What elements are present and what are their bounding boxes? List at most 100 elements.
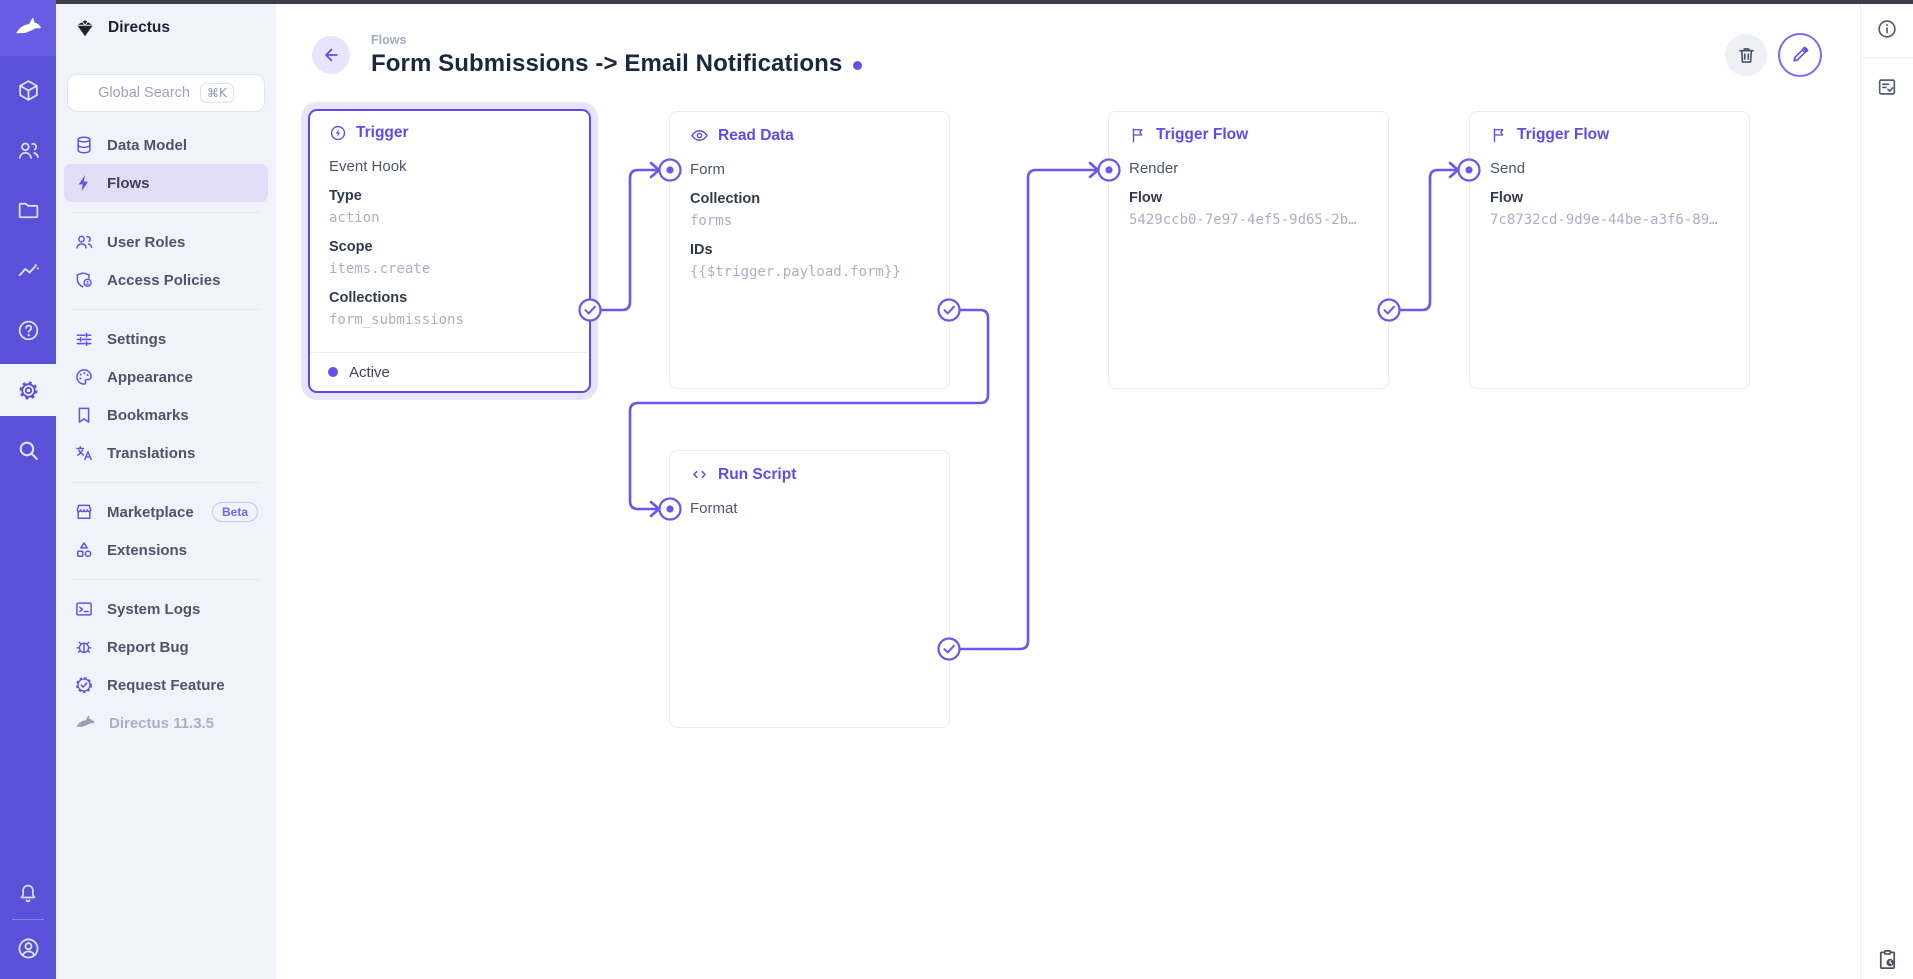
sidebar-item-label: Extensions — [107, 542, 187, 559]
flow-panel-run-script[interactable]: Run Script Format — [669, 450, 950, 728]
sidebar-item-appearance[interactable]: Appearance — [64, 358, 268, 396]
sidebar-item-label: System Logs — [107, 601, 200, 618]
search-shortcut-key: ⌘K — [200, 83, 234, 103]
beta-badge: Beta — [212, 502, 258, 522]
trigger-status: Active — [310, 352, 589, 391]
module-content[interactable] — [0, 64, 56, 116]
module-settings[interactable] — [0, 364, 56, 416]
sidebar-item-translations[interactable]: Translations — [64, 434, 268, 472]
main-content: Flows Form Submissions -> Email Notifica… — [276, 0, 1860, 979]
storefront-icon — [74, 502, 94, 522]
sidebar-item-label: Appearance — [107, 369, 193, 386]
panel-name: Event Hook — [329, 157, 570, 177]
pencil-icon — [1790, 45, 1810, 65]
flow-panel-trigger-flow-send[interactable]: Trigger Flow Send Flow 7c8732cd-9d9e-44b… — [1469, 111, 1750, 389]
users-icon — [16, 138, 41, 163]
sidebar-item-data-model[interactable]: Data Model — [64, 126, 268, 164]
sidebar-item-system-logs[interactable]: System Logs — [64, 590, 268, 628]
trash-icon — [1736, 45, 1757, 66]
field-label: Collection — [690, 189, 929, 209]
panel-name: Format — [690, 499, 929, 519]
title-block: Flows Form Submissions -> Email Notifica… — [371, 33, 862, 78]
flag-icon — [1490, 126, 1508, 144]
panel-title: Trigger Flow — [1517, 126, 1609, 144]
flow-canvas[interactable]: Trigger Event Hook Type action Scope ite… — [276, 0, 1860, 979]
directus-logo-button[interactable] — [0, 0, 56, 56]
delete-button[interactable] — [1725, 34, 1767, 76]
sidebar-item-extensions[interactable]: Extensions — [64, 531, 268, 569]
eye-icon — [690, 126, 709, 145]
wire-trigger-to-read-data — [601, 170, 657, 310]
wire-render-to-send — [1400, 170, 1456, 310]
field-value: {{$trigger.payload.form}} — [690, 262, 929, 282]
account-button[interactable] — [0, 924, 56, 972]
panel-title: Run Script — [718, 466, 796, 484]
module-search[interactable] — [0, 424, 56, 476]
breadcrumb[interactable]: Flows — [371, 33, 862, 47]
version-label: Directus 11.3.5 — [109, 715, 214, 732]
sidebar-divider — [72, 309, 260, 310]
sidebar-item-user-roles[interactable]: User Roles — [64, 223, 268, 261]
database-icon — [74, 135, 94, 155]
field-value: 7c8732cd-9d9e-44be-a3f6-89… — [1490, 210, 1729, 230]
notifications-button[interactable] — [0, 868, 56, 916]
field-label: IDs — [690, 240, 929, 260]
users-icon — [74, 232, 94, 252]
wire-arrowhead — [651, 502, 659, 516]
bolt-icon — [74, 173, 94, 193]
module-file-library[interactable] — [0, 184, 56, 236]
rabbit-icon — [13, 13, 43, 43]
diamond-logo-icon — [74, 17, 96, 39]
sidebar-divider — [72, 212, 260, 213]
sidebar-item-flows[interactable]: Flows — [64, 164, 268, 202]
flow-status-dot — [853, 61, 862, 70]
flow-notices-button[interactable] — [1861, 58, 1913, 116]
doc-check-icon — [1876, 76, 1898, 98]
sidebar-item-bookmarks[interactable]: Bookmarks — [64, 396, 268, 434]
sidebar-item-label: Settings — [107, 331, 166, 348]
sidebar-item-request-feature[interactable]: Request Feature — [64, 666, 268, 704]
module-rail — [0, 0, 56, 979]
activity-log-button[interactable] — [1861, 948, 1913, 971]
project-switcher[interactable]: Directus — [56, 0, 276, 56]
flow-panel-trigger-flow-render[interactable]: Trigger Flow Render Flow 5429ccb0-7e97-4… — [1108, 111, 1389, 389]
module-user-directory[interactable] — [0, 124, 56, 176]
clipboard-clock-icon — [1876, 948, 1899, 971]
sidebar-item-label: User Roles — [107, 234, 185, 251]
search-icon — [16, 438, 41, 463]
field-label: Flow — [1490, 188, 1729, 208]
active-label: Active — [349, 364, 390, 381]
module-insights[interactable] — [0, 244, 56, 296]
tune-icon — [74, 329, 94, 349]
flow-panel-trigger[interactable]: Trigger Event Hook Type action Scope ite… — [308, 109, 591, 393]
field-value: forms — [690, 211, 929, 231]
wire-run-script-to-render — [960, 170, 1096, 649]
sidebar-item-report-bug[interactable]: Report Bug — [64, 628, 268, 666]
sidebar-item-label: Bookmarks — [107, 407, 189, 424]
global-search-input[interactable]: Global Search ⌘K — [67, 74, 265, 112]
edit-button[interactable] — [1778, 33, 1822, 77]
bell-icon — [16, 880, 40, 904]
trigger-bolt-icon — [329, 124, 347, 142]
search-placeholder: Global Search — [98, 85, 190, 101]
gear-icon — [16, 378, 41, 403]
sidebar-item-marketplace[interactable]: Marketplace Beta — [64, 493, 268, 531]
module-help[interactable] — [0, 304, 56, 356]
sidebar-item-access-policies[interactable]: Access Policies — [64, 261, 268, 299]
back-button[interactable] — [312, 36, 350, 74]
sidebar-item-label: Request Feature — [107, 677, 225, 694]
sidebar-item-settings[interactable]: Settings — [64, 320, 268, 358]
sidebar-item-label: Flows — [107, 175, 150, 192]
extensions-icon — [74, 540, 94, 560]
flow-panel-read-data[interactable]: Read Data Form Collection forms IDs {{$t… — [669, 111, 950, 389]
header-actions — [1725, 33, 1822, 77]
sidebar-item-label: Report Bug — [107, 639, 189, 656]
navigation-sidebar: Directus Global Search ⌘K Data Model Flo… — [56, 0, 276, 979]
field-value: action — [329, 208, 570, 228]
page-title: Form Submissions -> Email Notifications — [371, 50, 842, 78]
sidebar-divider — [72, 482, 260, 483]
rail-bottom-group — [0, 868, 56, 972]
info-button[interactable] — [1861, 0, 1913, 58]
panel-name: Form — [690, 160, 929, 180]
sidebar-item-label: Translations — [107, 445, 195, 462]
